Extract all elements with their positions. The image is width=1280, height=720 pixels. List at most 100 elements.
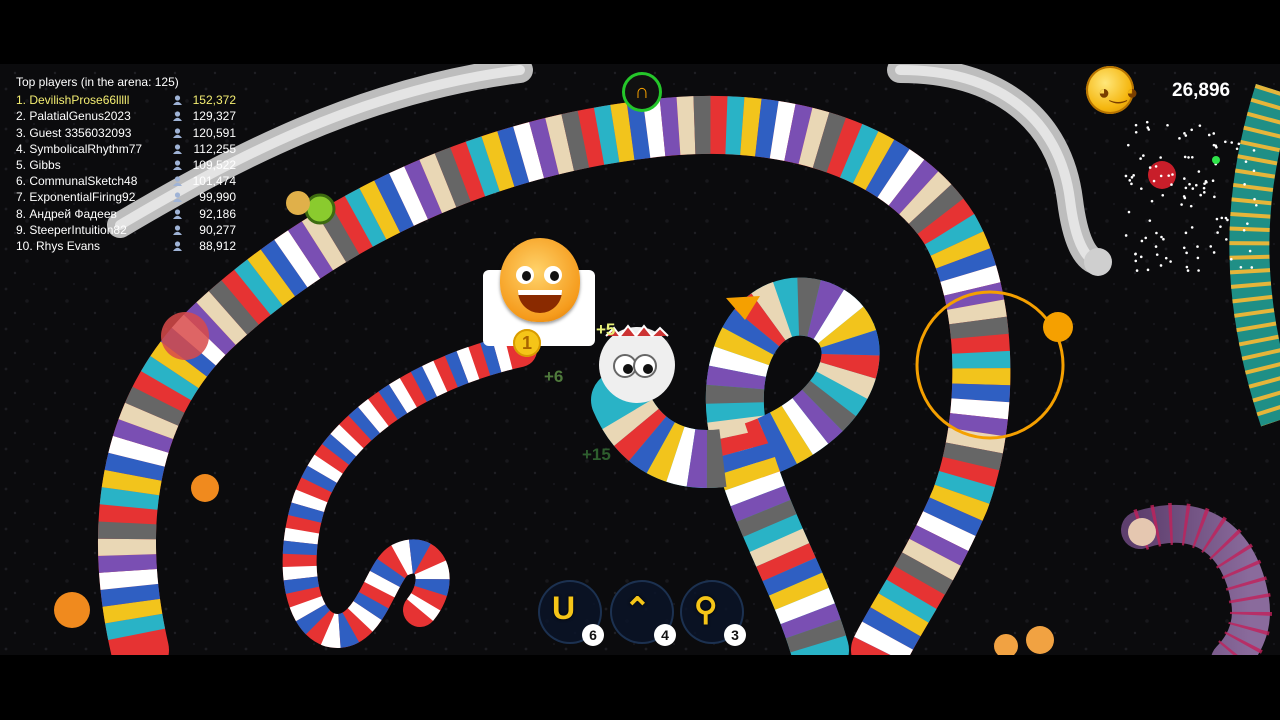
food-dot <box>1246 222 1249 225</box>
food-dot <box>1130 182 1133 186</box>
food-dot <box>1135 269 1139 272</box>
food-dot <box>1155 253 1159 256</box>
player-points: 92,186 <box>199 206 236 221</box>
food-dot <box>1191 155 1194 159</box>
food-dot <box>1139 255 1143 259</box>
food-dot <box>1159 174 1163 178</box>
food-dot <box>1127 210 1131 214</box>
food-dot <box>1190 226 1194 229</box>
player-points: 101,474 <box>192 174 236 189</box>
food-dot <box>1198 124 1202 127</box>
food-dot <box>1145 120 1149 124</box>
food-dot <box>1184 134 1188 137</box>
magnet-boost-button[interactable]: U 6 <box>538 580 604 646</box>
food-dot <box>1194 183 1198 187</box>
leaderboard-row: 9. SteeperIntuition82 90,277 <box>16 222 236 238</box>
player-name: 10. Rhys Evans <box>16 238 101 253</box>
speed-boost-button[interactable]: ⌃ 4 <box>610 580 676 646</box>
food-dot <box>1140 239 1144 243</box>
speed-icon: ⌃ <box>624 591 651 627</box>
boost-count: 3 <box>724 624 746 646</box>
player-points: 152,372 <box>192 93 236 108</box>
player-name: 4. SymbolicalRhythm77 <box>16 141 143 156</box>
food-dot <box>1154 165 1158 168</box>
player-points: 120,591 <box>192 125 236 140</box>
food-dot <box>1196 245 1199 248</box>
food-dot <box>1130 176 1134 179</box>
food-dot <box>1146 126 1150 129</box>
food-dot <box>1178 137 1181 140</box>
food-dot <box>1212 156 1220 164</box>
food-dot <box>1224 216 1228 220</box>
food-dot <box>1170 183 1173 186</box>
food-dot <box>1190 128 1193 132</box>
food-dot <box>1224 140 1227 144</box>
food-dot <box>1184 186 1188 190</box>
food-dot <box>1126 143 1130 147</box>
food-dot <box>1212 132 1216 135</box>
player-points: 99,990 <box>199 190 236 205</box>
player-avatar-icon <box>173 208 182 219</box>
food-dot <box>1209 245 1213 248</box>
magnet-icon: U <box>552 590 576 626</box>
food-dot <box>1213 195 1216 199</box>
food-dot <box>1169 260 1172 263</box>
coin-icon: ◕‿◕ <box>1086 66 1138 114</box>
player-score-panel: ◕‿◕ 26,896 <box>1086 66 1246 116</box>
player-name: 7. ExponentialFiring92 <box>16 190 136 205</box>
zoom-boost-button[interactable]: ⚲ 3 <box>680 580 746 646</box>
food-dot <box>1183 155 1187 159</box>
food-dot <box>1243 183 1246 186</box>
player-score: 26,896 <box>1172 80 1231 101</box>
food-dot <box>1255 203 1258 207</box>
food-dot <box>1132 174 1135 177</box>
food-dot <box>1189 204 1193 208</box>
food-dot <box>1197 269 1200 272</box>
food-dot <box>1212 251 1216 254</box>
food-dot <box>1164 256 1168 260</box>
food-dot <box>1220 216 1224 220</box>
player-name: 8. Андрей Фадеев <box>16 206 117 221</box>
boost-count: 4 <box>654 624 676 646</box>
player-name: 9. SteeperIntuition82 <box>16 222 127 237</box>
player-avatar-icon <box>173 95 182 106</box>
floating-score: +5 <box>596 320 616 339</box>
food-dot <box>1253 197 1256 201</box>
food-dot <box>1252 149 1256 152</box>
food-dot <box>1244 160 1248 163</box>
food-dot <box>1186 269 1190 272</box>
food-dot <box>1203 191 1206 194</box>
food-dot <box>1160 235 1163 239</box>
food-dot <box>1182 195 1186 198</box>
food-dot <box>1248 249 1252 253</box>
leaderboard: Top players (in the arena: 125) 1. Devil… <box>16 74 236 254</box>
player-name: 2. PalatialGenus2023 <box>16 109 131 124</box>
food-dot <box>1199 193 1202 197</box>
player-points: 90,277 <box>199 222 236 237</box>
food-dot <box>1128 179 1132 182</box>
leaderboard-row: 4. SymbolicalRhythm77 112,255 <box>16 141 236 157</box>
food-dot <box>1215 217 1219 221</box>
food-dot <box>1204 180 1208 183</box>
food-dot <box>1171 173 1174 176</box>
food-dot <box>1140 187 1143 190</box>
zoom-icon: ⚲ <box>694 591 718 627</box>
player-avatar-icon <box>173 225 182 235</box>
food-dot <box>1197 170 1201 173</box>
food-dot <box>1183 132 1186 135</box>
leaderboard-title: Top players (in the arena: 125) <box>16 75 179 89</box>
floating-score: +15 <box>582 445 611 464</box>
food-dot <box>1144 236 1148 240</box>
food-dot <box>1161 193 1165 197</box>
player-points: 88,912 <box>199 238 236 253</box>
player-avatar-icon <box>173 144 182 154</box>
food-dot <box>1202 186 1206 190</box>
food-dot <box>1235 147 1239 151</box>
food-dot <box>1242 228 1246 232</box>
magnet-active-icon: ∩ <box>622 72 662 112</box>
player-points: 112,255 <box>193 141 237 156</box>
food-dot <box>1183 177 1186 180</box>
food-dot <box>1212 143 1216 147</box>
leaderboard-row: 8. Андрей Фадеев 92,186 <box>16 206 236 222</box>
food-dot <box>1150 199 1154 203</box>
